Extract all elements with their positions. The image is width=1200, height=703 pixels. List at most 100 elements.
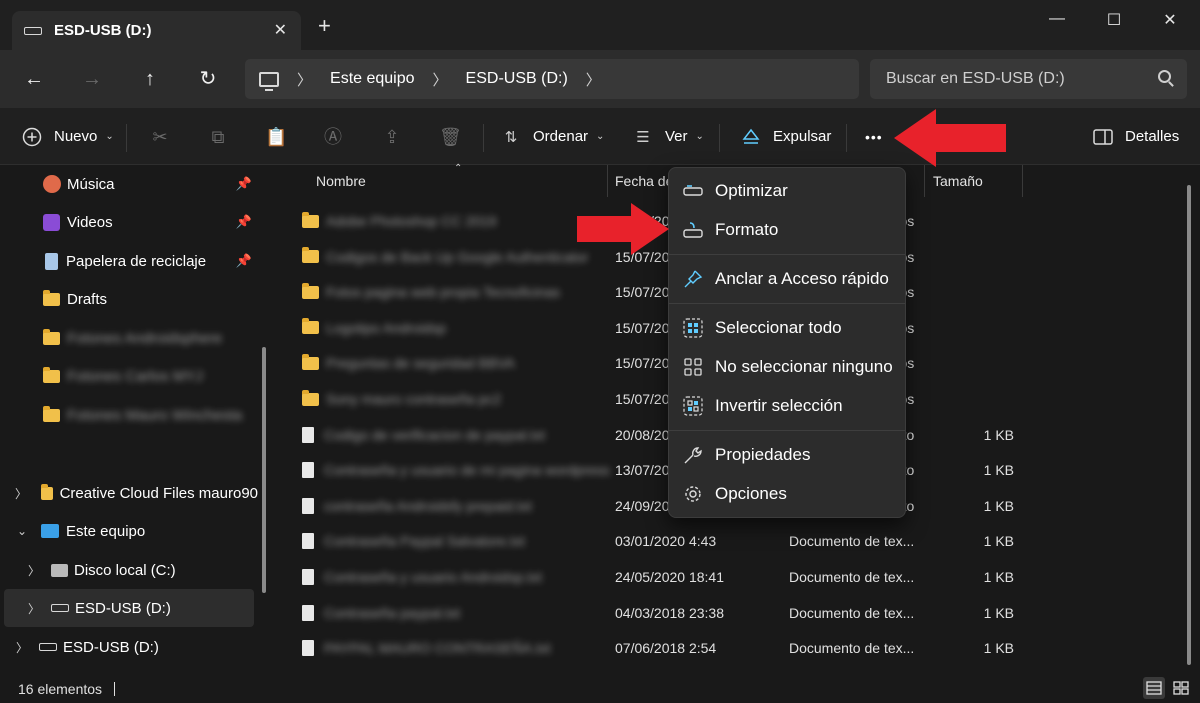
file-name: Codigo de verificacion de paypal.txt <box>324 426 546 443</box>
pin-icon[interactable]: 📌 <box>236 176 252 192</box>
file-name-cell[interactable]: Contraseña Paypal Salvatore.txt <box>302 533 525 550</box>
sidebar-item-esd-usb[interactable]: 〉 ESD-USB (D:) <box>0 628 258 666</box>
details-button[interactable]: Detalles <box>1093 108 1179 165</box>
delete-icon[interactable]: 🗑 <box>439 126 462 148</box>
menu-item-no-seleccionar[interactable]: No seleccionar ninguno <box>669 348 905 386</box>
sidebar-item-esd-usb-selected[interactable]: 〉 ESD-USB (D:) <box>4 589 254 627</box>
sidebar-item-label: Fotones Mauro Winchesta <box>67 406 243 424</box>
file-name-cell[interactable]: Fotos pagina web propia Tecnoficinas <box>302 282 560 300</box>
file-name-cell[interactable]: contraseña Androidsfy prepaid.txt <box>302 497 532 514</box>
table-row[interactable]: Contraseña y usuario Androidsp.txt 24/05/… <box>276 559 1186 595</box>
eject-button[interactable]: Expulsar <box>741 108 831 165</box>
menu-item-opciones[interactable]: Opciones <box>669 475 905 513</box>
file-name-cell[interactable]: Preguntas de seguridad BBVA <box>302 353 515 371</box>
refresh-icon[interactable]: ↻ <box>195 66 221 92</box>
file-name-cell[interactable]: Adobe Photoshop CC 2019 <box>302 211 496 229</box>
sidebar-item-creative-cloud[interactable]: 〉 Creative Cloud Files mauro90 <box>0 474 258 512</box>
breadcrumb-este-equipo[interactable]: Este equipo <box>330 70 415 88</box>
copy-icon[interactable]: ⧉ <box>207 126 229 148</box>
share-icon[interactable]: ⇪ <box>381 126 403 148</box>
sidebar-item-drafts[interactable]: Drafts <box>0 280 258 318</box>
menu-item-anclar[interactable]: Anclar a Acceso rápido <box>669 260 905 298</box>
text-file-icon <box>302 426 314 443</box>
rename-icon[interactable]: Ⓐ <box>322 126 344 148</box>
usb-drive-icon <box>51 604 69 612</box>
tiles-view-icon[interactable] <box>1170 677 1192 699</box>
tab-esd-usb[interactable]: ESD-USB (D:) ✕ <box>12 11 301 50</box>
sidebar-item-folder[interactable]: Fotones Carlos MYJ <box>0 357 258 395</box>
address-bar[interactable]: 〉 Este equipo 〉 ESD-USB (D:) 〉 <box>245 59 859 99</box>
file-name-cell[interactable]: Codigo de verificacion de paypal.txt <box>302 426 546 443</box>
sidebar-item-este-equipo[interactable]: ⌄ Este equipo <box>0 512 258 550</box>
status-divider <box>114 682 115 696</box>
hard-drive-icon <box>51 563 68 577</box>
menu-divider <box>669 430 905 431</box>
details-view-icon[interactable] <box>1143 677 1165 699</box>
breadcrumb-chevron-icon[interactable]: 〉 <box>433 69 448 90</box>
table-row[interactable]: PAYPAL MAURO CONTRASEÑA.txt 07/06/2018 2:… <box>276 630 1186 666</box>
sidebar-item-musica[interactable]: Música 📌 <box>0 165 258 203</box>
pin-icon[interactable]: 📌 <box>236 253 252 269</box>
column-header-size[interactable]: Tamaño <box>933 165 983 197</box>
file-date: 04/03/2018 23:38 <box>615 604 724 621</box>
back-arrow-icon[interactable]: ← <box>21 66 47 92</box>
close-window-icon[interactable]: ✕ <box>1158 10 1182 30</box>
file-list-scrollbar[interactable] <box>1187 185 1191 665</box>
pin-icon[interactable]: 📌 <box>236 214 252 230</box>
file-name-cell[interactable]: Contraseña y usuario Androidsp.txt <box>302 569 542 585</box>
breadcrumb-chevron-icon[interactable]: 〉 <box>586 69 601 90</box>
column-divider[interactable] <box>607 165 608 197</box>
new-tab-button[interactable]: + <box>318 15 331 37</box>
file-name-cell[interactable]: Codigos de Back Up Google Authenticator <box>302 247 588 265</box>
pin-icon <box>683 269 703 289</box>
table-row[interactable]: Contraseña paypal.txt 04/03/2018 23:38 Doc… <box>276 595 1186 631</box>
menu-item-seleccionar-todo[interactable]: Seleccionar todo <box>669 309 905 347</box>
new-button[interactable]: Nuevo ⌄ <box>22 108 114 165</box>
red-arrow-annotation <box>577 203 669 255</box>
maximize-icon[interactable]: ☐ <box>1102 10 1126 30</box>
file-name-cell[interactable]: Contraseña paypal.txt <box>302 604 460 621</box>
menu-item-formato[interactable]: Formato <box>669 211 905 249</box>
close-tab-icon[interactable]: ✕ <box>274 20 287 40</box>
chevron-right-icon[interactable]: 〉 <box>15 639 29 656</box>
column-header-name[interactable]: Nombre <box>316 165 366 197</box>
chevron-down-icon[interactable]: ⌄ <box>15 524 29 538</box>
search-icon[interactable] <box>1158 70 1171 83</box>
cut-icon[interactable]: ✂ <box>149 126 171 148</box>
sidebar-item-disco-local[interactable]: 〉 Disco local (C:) <box>0 551 258 589</box>
menu-item-invertir[interactable]: Invertir selección <box>669 387 905 425</box>
file-name-cell[interactable]: Logotipo Androidsp <box>302 318 446 336</box>
text-file-icon <box>302 640 314 657</box>
sidebar-scrollbar[interactable] <box>262 347 266 593</box>
file-name-cell[interactable]: Sony mauro contraseña pc2 <box>302 389 501 407</box>
sidebar-item-papelera[interactable]: Papelera de reciclaje 📌 <box>0 242 258 280</box>
minimize-icon[interactable]: — <box>1045 10 1069 30</box>
up-arrow-icon[interactable]: ↑ <box>137 66 163 92</box>
paste-icon[interactable]: 📋 <box>265 126 287 148</box>
table-row[interactable]: Contraseña Paypal Salvatore.txt 03/01/202… <box>276 523 1186 559</box>
file-name-cell[interactable]: PAYPAL MAURO CONTRASEÑA.txt <box>302 640 551 657</box>
details-pane-icon <box>1093 127 1113 147</box>
chevron-right-icon[interactable]: 〉 <box>27 600 41 617</box>
select-none-icon <box>683 357 703 377</box>
chevron-right-icon[interactable]: 〉 <box>27 562 41 579</box>
column-divider[interactable] <box>1022 165 1023 197</box>
column-divider[interactable] <box>924 165 925 197</box>
more-options-button[interactable]: ••• <box>865 108 883 165</box>
view-button[interactable]: ☰ Ver ⌄ <box>633 108 704 165</box>
text-file-icon <box>302 604 314 621</box>
menu-item-optimizar[interactable]: Optimizar <box>669 172 905 210</box>
view-label: Ver <box>665 128 688 145</box>
breadcrumb-chevron-icon[interactable]: 〉 <box>297 69 312 90</box>
file-name-cell[interactable]: Contraseña y usuario de mi pagina wordpr… <box>302 462 610 479</box>
sidebar-item-label: Fotones Carlos MYJ <box>67 367 203 385</box>
sidebar-item-videos[interactable]: Videos 📌 <box>0 203 258 241</box>
forward-arrow-icon[interactable]: → <box>79 66 105 92</box>
chevron-right-icon[interactable]: 〉 <box>15 485 27 502</box>
menu-item-propiedades[interactable]: Propiedades <box>669 436 905 474</box>
sidebar-item-folder[interactable]: Fotones Androidsphere <box>0 319 258 357</box>
sidebar-item-folder[interactable]: Fotones Mauro Winchesta <box>0 396 258 434</box>
sort-button[interactable]: ⇅ Ordenar ⌄ <box>501 108 605 165</box>
breadcrumb-esd-usb[interactable]: ESD-USB (D:) <box>466 70 568 88</box>
search-input[interactable]: Buscar en ESD-USB (D:) <box>870 59 1187 99</box>
